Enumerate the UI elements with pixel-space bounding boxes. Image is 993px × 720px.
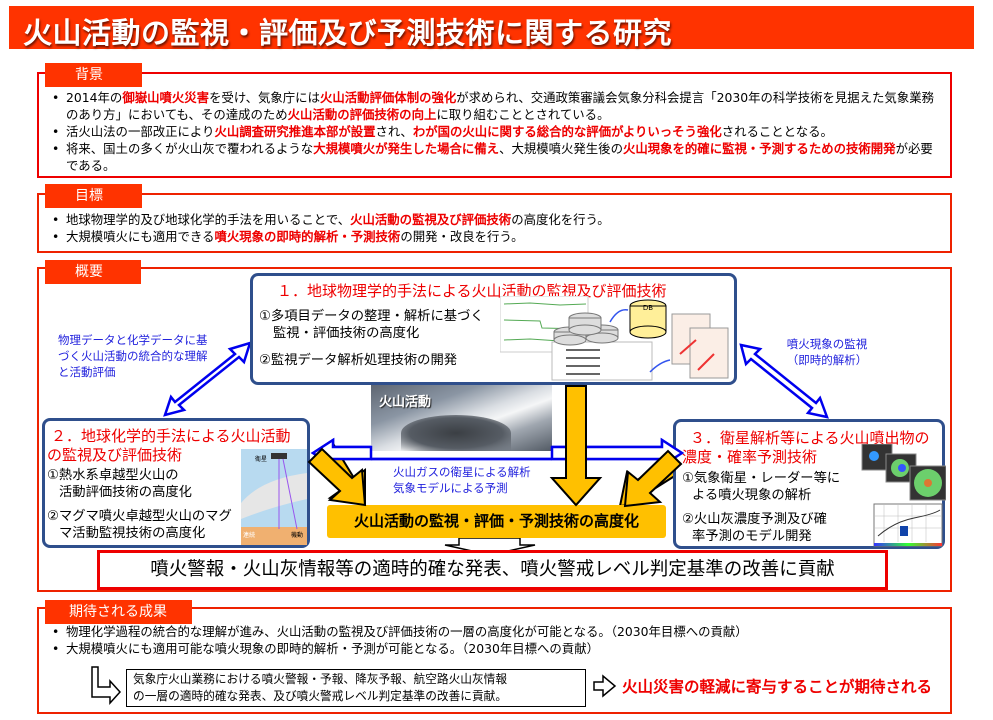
crater-shape — [401, 415, 511, 451]
ash-analysis-figure — [861, 444, 946, 547]
note-mid-line1: 火山ガスの衛星による解析 — [393, 465, 531, 479]
box3-item1-line2: よる噴火現象の解析 — [692, 488, 812, 503]
box3-item2-line2: 率予測のモデル開発 — [692, 529, 812, 544]
box3-item1-line1: ①気象衛星・レーダー等に — [682, 471, 841, 486]
note-mid-line2: 気象モデルによる予測 — [393, 481, 508, 495]
box1-item1-line1: ①多項目データの整理・解析に基づく — [259, 309, 484, 324]
curved-arrow-icon — [649, 359, 671, 373]
contribution-box: 気象庁火山業務における噴火警報・予報、降灰予報、航空路火山灰情報 の一層の適時的… — [126, 669, 586, 707]
box3-title-line2: 濃度・確率予測技術 — [682, 448, 818, 466]
box1-item1-line2: 監視・評価技術の高度化 — [273, 326, 420, 341]
method-box-geophysical: １．地球物理学的手法による火山活動の監視及び評価技術 ①多項目データの整理・解析… — [250, 273, 737, 385]
note-eruption-monitoring: 噴火現象の監視 （即時的解析） — [772, 336, 882, 368]
conclusion-text: 火山災害の軽減に寄与することが期待される — [622, 678, 933, 696]
note-integrated-evaluation: 物理データと化学データに基づく火山活動の統合的な理解と活動評価 — [58, 333, 208, 379]
outcome-box: 噴火警報・火山灰情報等の適時的確な発表、噴火警戒レベル判定基準の改善に貢献 — [97, 550, 888, 590]
svg-text:機動: 機動 — [291, 531, 303, 539]
monitoring-data-figure: DB — [500, 296, 729, 381]
note-right-line1: 噴火現象の監視 — [786, 337, 868, 351]
contribution-line2: の一層の適時的確な発表、及び噴火警戒レベル判定基準の改善に貢献。 — [133, 689, 508, 703]
box2-title-line1: ２．地球化学的手法による火山活動 — [51, 427, 291, 445]
volcano-photo: 火山活動 — [371, 385, 552, 451]
box2-item2-line1: ②マグマ噴火卓越型火山のマグ — [47, 509, 232, 524]
box3-item2-line1: ②火山灰濃度予測及び確 — [682, 512, 827, 527]
photo-label: 火山活動 — [379, 395, 432, 410]
box2-item1-line1: ①熱水系卓越型火山の — [47, 468, 179, 483]
advancement-banner: 火山活動の監視・評価・予測技術の高度化 — [327, 505, 666, 538]
hypocenter-map-thumbnail — [689, 327, 729, 379]
box1-item2: ②監視データ解析処理技術の開発 — [259, 353, 458, 368]
method-box-geochemical: ２．地球化学的手法による火山活動 の監視及び評価技術 ①熱水系卓越型火山の 活動… — [42, 418, 310, 548]
note-right-line2: （即時的解析） — [786, 353, 868, 367]
result-item: 物理化学過程の統合的な理解が進み、火山活動の監視及び評価技術の一層の高度化が可能… — [50, 623, 945, 640]
box2-item1-line2: 活動評価技術の高度化 — [59, 485, 192, 500]
gas-observation-figure: 衛星 連続 機動 — [241, 449, 307, 545]
svg-text:衛星: 衛星 — [255, 455, 267, 463]
yellow-arrow-right-diagonal-icon — [618, 456, 683, 508]
db-icon: DB — [629, 299, 667, 339]
note-gas-analysis: 火山ガスの衛星による解析 気象モデルによる予測 — [393, 464, 583, 496]
box2-title-line2: の監視及び評価技術 — [47, 446, 183, 464]
satellite-icon — [271, 453, 287, 459]
svg-text:連続: 連続 — [243, 531, 255, 539]
results-list: 物理化学過程の統合的な理解が進み、火山活動の監視及び評価技術の一層の高度化が可能… — [50, 623, 945, 657]
curved-arrow-icon — [609, 309, 629, 323]
result-item: 大規模噴火にも適用可能な噴火現象の即時的解析・予測が可能となる。（2030年目標… — [50, 640, 945, 657]
results-tab: 期待される成果 — [45, 600, 192, 624]
method-box-satellite: ３．衛星解析等による火山噴出物の 濃度・確率予測技術 ①気象衛星・レーダー等に … — [673, 419, 946, 549]
svg-text:DB: DB — [643, 304, 653, 312]
box2-item2-line2: マ活動監視技術の高度化 — [59, 526, 206, 541]
contribution-line1: 気象庁火山業務における噴火警報・予報、降灰予報、航空路火山灰情報 — [133, 672, 508, 686]
